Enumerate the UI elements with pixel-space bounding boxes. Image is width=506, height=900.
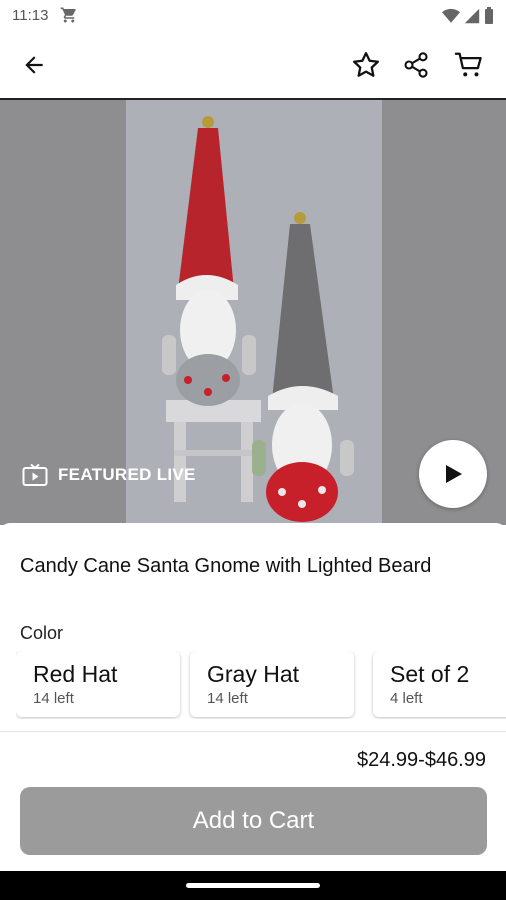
- gnome-illustration: [162, 116, 354, 522]
- featured-live-label: FEATURED LIVE: [58, 465, 196, 484]
- variant-name: Gray Hat: [207, 661, 300, 687]
- product-photo: [126, 100, 382, 525]
- share-button[interactable]: [398, 47, 434, 83]
- variant-stock: 14 left: [33, 690, 74, 707]
- star-icon: [353, 52, 379, 77]
- system-nav-bar: [0, 871, 506, 900]
- shopping-cart-status-icon: [60, 6, 78, 29]
- shopping-cart-icon: [454, 52, 482, 77]
- play-video-button[interactable]: [419, 440, 487, 508]
- product-title: Candy Cane Santa Gnome with Lighted Bear…: [20, 555, 432, 577]
- arrow-left-icon: [25, 56, 43, 74]
- product-hero[interactable]: FEATURED LIVE: [0, 100, 506, 525]
- variant-option-gray-hat[interactable]: Gray Hat 14 left: [190, 651, 354, 717]
- variant-stock: 4 left: [390, 690, 423, 707]
- share-icon: [404, 52, 428, 78]
- play-icon: [446, 465, 462, 483]
- product-sheet: Candy Cane Santa Gnome with Lighted Bear…: [0, 523, 506, 871]
- favorite-button[interactable]: [348, 47, 384, 83]
- tv-icon: [22, 463, 48, 486]
- app-bar: [0, 32, 506, 100]
- variant-option-set-of-2[interactable]: Set of 2 4 left: [373, 651, 506, 717]
- price-range: $24.99-$46.99: [356, 749, 486, 771]
- back-button[interactable]: [16, 47, 52, 83]
- variant-name: Set of 2: [390, 661, 470, 687]
- battery-icon: [485, 7, 493, 24]
- variant-stock: 14 left: [207, 690, 248, 707]
- status-time: 11:13: [12, 7, 49, 24]
- variant-options: Red Hat 14 left Gray Hat 14 left Set of …: [16, 651, 506, 719]
- featured-live-badge: FEATURED LIVE: [22, 463, 196, 487]
- status-icons: [442, 7, 494, 25]
- home-gesture-handle[interactable]: [186, 883, 320, 888]
- cart-button[interactable]: [451, 47, 487, 83]
- variant-option-red-hat[interactable]: Red Hat 14 left: [16, 651, 180, 717]
- signal-icon: [464, 8, 480, 24]
- divider: [0, 731, 506, 732]
- variant-name: Red Hat: [33, 661, 118, 687]
- wifi-icon: [442, 8, 460, 23]
- status-bar: 11:13: [0, 0, 506, 32]
- color-label: Color: [20, 623, 64, 643]
- add-to-cart-button[interactable]: Add to Cart: [20, 787, 487, 855]
